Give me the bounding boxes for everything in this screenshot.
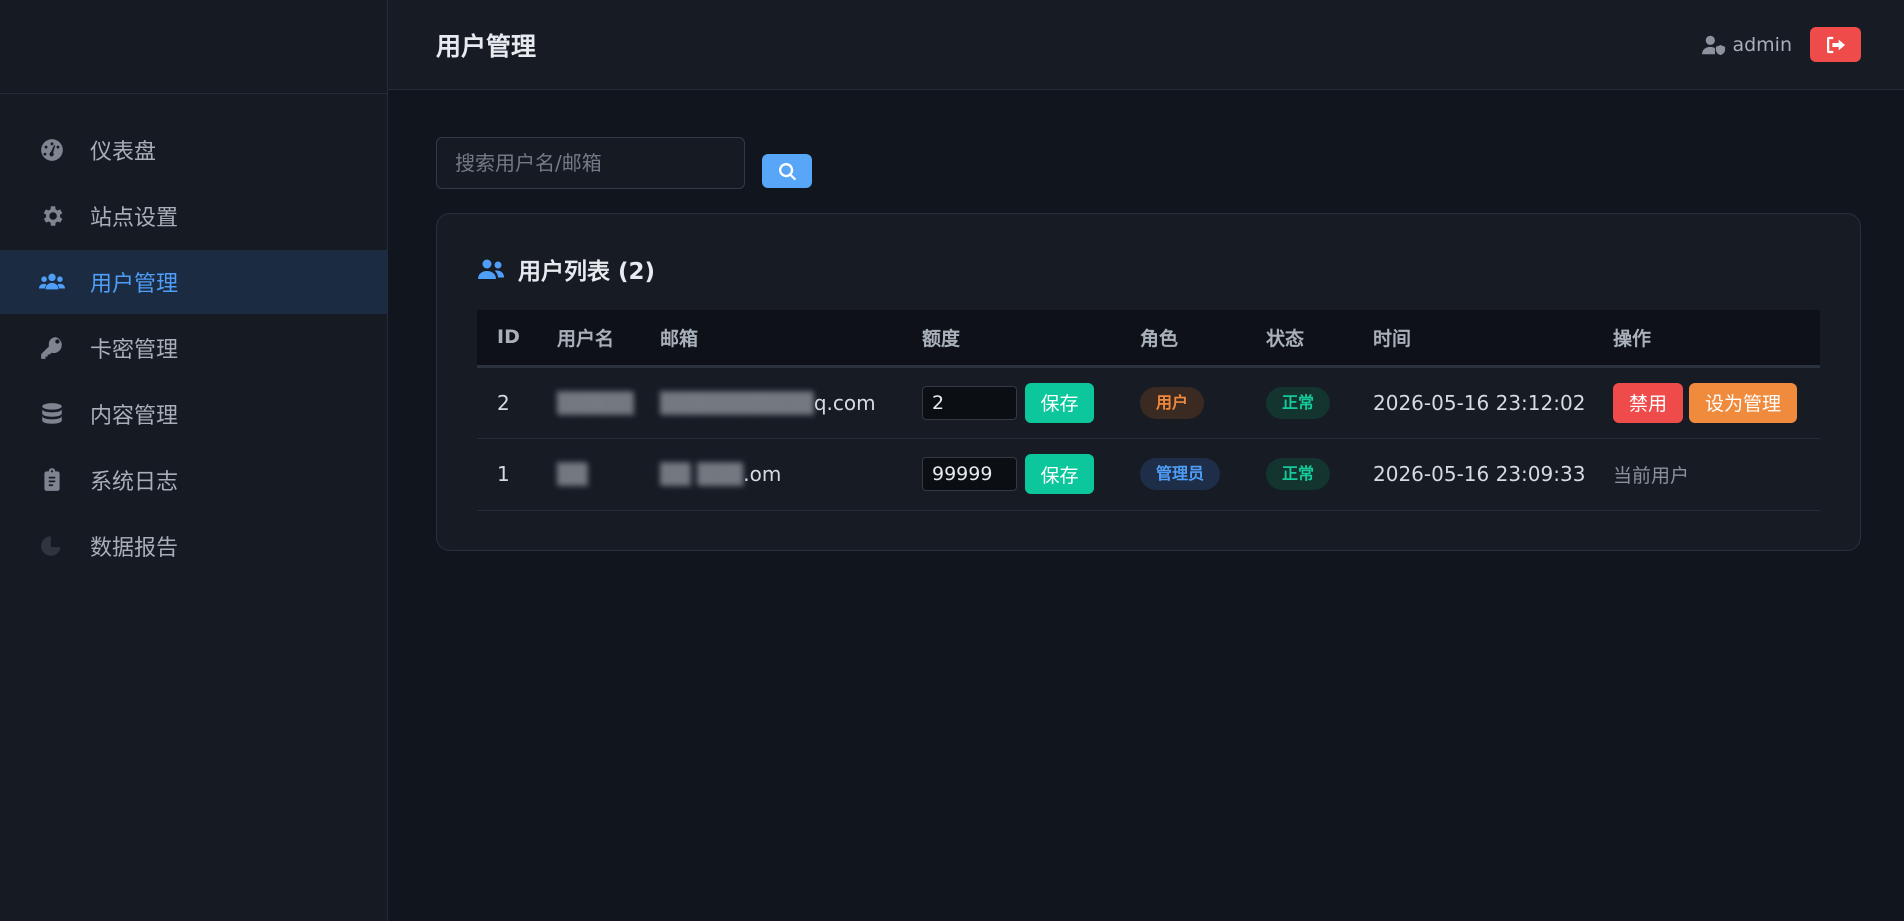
save-quota-button[interactable]: 保存 [1025, 382, 1094, 423]
make-admin-button[interactable]: 设为管理 [1689, 382, 1798, 423]
table-header: ID 用户名 邮箱 额度 角色 状态 时间 操作 [477, 310, 1820, 366]
email-redacted: ▒▒▒▒▒▒▒▒▒▒ [660, 390, 814, 415]
role-badge: 管理员 [1140, 458, 1221, 490]
column-header-status: 状态 [1266, 327, 1305, 350]
search-icon [778, 162, 796, 180]
top-header: 用户管理 admin [388, 0, 1904, 90]
column-header-time: 时间 [1373, 327, 1412, 350]
search-bar [436, 137, 1861, 189]
cell-actions: 当前用户 [1593, 438, 1820, 511]
cell-email: ▒▒▒▒▒▒▒▒▒▒ q.com [640, 366, 902, 439]
sidebar-item-label: 内容管理 [90, 404, 179, 429]
cell-quota: 保存 [902, 438, 1120, 511]
cell-id: 1 [477, 438, 537, 511]
key-icon [38, 334, 66, 362]
sidebar-brand [0, 0, 387, 94]
column-header-id: ID [497, 326, 520, 349]
table-header-row: ID 用户名 邮箱 额度 角色 状态 时间 操作 [477, 310, 1820, 366]
current-user-info: admin [1702, 34, 1792, 56]
cell-time: 2026-05-16 23:09:33 [1353, 438, 1593, 511]
email-value: ▒▒ ▒▒▒ .om [660, 462, 902, 486]
search-input[interactable] [436, 137, 745, 189]
logout-button[interactable] [1810, 27, 1861, 62]
sidebar-item-label: 系统日志 [90, 470, 179, 495]
quota-input[interactable] [922, 457, 1017, 491]
email-value: ▒▒▒▒▒▒▒▒▒▒ q.com [660, 391, 902, 415]
users-icon [38, 268, 66, 296]
content-area: 用户列表 (2) ID 用户名 邮箱 额度 角色 状态 时间 操作 [388, 90, 1904, 551]
quota-editor: 保存 [922, 382, 1120, 423]
sidebar-item-content[interactable]: 内容管理 [0, 382, 387, 446]
status-badge: 正常 [1266, 386, 1331, 419]
sidebar-item-label: 仪表盘 [90, 140, 157, 165]
email-suffix: q.com [813, 390, 876, 415]
sidebar-item-site-settings[interactable]: 站点设置 [0, 184, 387, 248]
sidebar-item-label: 用户管理 [90, 272, 179, 297]
column-header-role: 角色 [1140, 327, 1179, 350]
user-list-card: 用户列表 (2) ID 用户名 邮箱 额度 角色 状态 时间 操作 2 ▒▒▒▒… [436, 213, 1861, 551]
card-title-text: 用户列表 (2) [518, 259, 656, 285]
quota-input[interactable] [922, 385, 1017, 420]
cell-id: 2 [477, 366, 537, 439]
database-icon [38, 400, 66, 428]
sidebar-item-label: 数据报告 [90, 536, 179, 561]
sidebar-item-dashboard[interactable]: 仪表盘 [0, 118, 387, 182]
cell-username: ▒▒ [537, 438, 640, 511]
app-root: 仪表盘 站点设置 用户管理 卡密管理 内容管理 系统日志 数据报告 用户管理 a… [0, 0, 1904, 921]
users-table: ID 用户名 邮箱 额度 角色 状态 时间 操作 2 ▒▒▒▒▒ ▒▒▒▒▒▒▒… [477, 310, 1820, 511]
column-header-quota: 额度 [922, 327, 961, 350]
sign-out-icon [1826, 36, 1845, 53]
users-icon [478, 259, 504, 279]
current-user-label: 当前用户 [1613, 464, 1690, 487]
main-area: 用户管理 admin 用户列表 ( [388, 0, 1904, 921]
sidebar-item-card-keys[interactable]: 卡密管理 [0, 316, 387, 380]
sidebar-item-label: 站点设置 [90, 206, 179, 231]
sidebar: 仪表盘 站点设置 用户管理 卡密管理 内容管理 系统日志 数据报告 [0, 0, 388, 921]
role-badge: 用户 [1140, 386, 1205, 419]
gear-icon [38, 202, 66, 230]
clipboard-icon [38, 466, 66, 494]
sidebar-item-user-management[interactable]: 用户管理 [0, 250, 387, 314]
search-button[interactable] [762, 154, 812, 188]
chart-icon [38, 532, 66, 560]
card-title: 用户列表 (2) [477, 252, 1820, 286]
column-header-username: 用户名 [557, 327, 615, 350]
column-header-email: 邮箱 [660, 327, 699, 350]
header-username: admin [1732, 33, 1792, 56]
column-header-actions: 操作 [1613, 327, 1652, 350]
cell-actions: 禁用 设为管理 [1593, 366, 1820, 439]
sidebar-item-system-log[interactable]: 系统日志 [0, 448, 387, 512]
sidebar-item-label: 卡密管理 [90, 338, 179, 363]
ban-user-button[interactable]: 禁用 [1613, 382, 1684, 423]
save-quota-button[interactable]: 保存 [1025, 454, 1094, 494]
cell-username: ▒▒▒▒▒ [537, 366, 640, 439]
user-shield-icon [1702, 35, 1726, 55]
cell-quota: 保存 [902, 366, 1120, 439]
cell-email: ▒▒ ▒▒▒ .om [640, 438, 902, 511]
page-title: 用户管理 [436, 31, 537, 61]
cell-role: 用户 [1120, 366, 1246, 439]
header-actions: admin [1702, 27, 1861, 62]
quota-editor: 保存 [922, 454, 1120, 494]
table-row: 1 ▒▒ ▒▒ ▒▒▒.om 保存 管理员 [477, 438, 1820, 511]
email-suffix: .om [743, 462, 782, 486]
status-badge: 正常 [1266, 458, 1331, 490]
cell-time: 2026-05-16 23:12:02 [1353, 366, 1593, 439]
dashboard-icon [38, 136, 66, 164]
sidebar-item-data-report[interactable]: 数据报告 [0, 514, 387, 578]
username-redacted: ▒▒▒▒▒ [557, 390, 634, 415]
email-redacted: ▒▒ ▒▒▒ [660, 462, 744, 486]
sidebar-nav: 仪表盘 站点设置 用户管理 卡密管理 内容管理 系统日志 数据报告 [0, 94, 387, 578]
cell-role: 管理员 [1120, 438, 1246, 511]
cell-status: 正常 [1246, 366, 1353, 439]
cell-status: 正常 [1246, 438, 1353, 511]
username-redacted: ▒▒ [557, 462, 588, 486]
table-row: 2 ▒▒▒▒▒ ▒▒▒▒▒▒▒▒▒▒q.com 保存 [477, 366, 1820, 439]
